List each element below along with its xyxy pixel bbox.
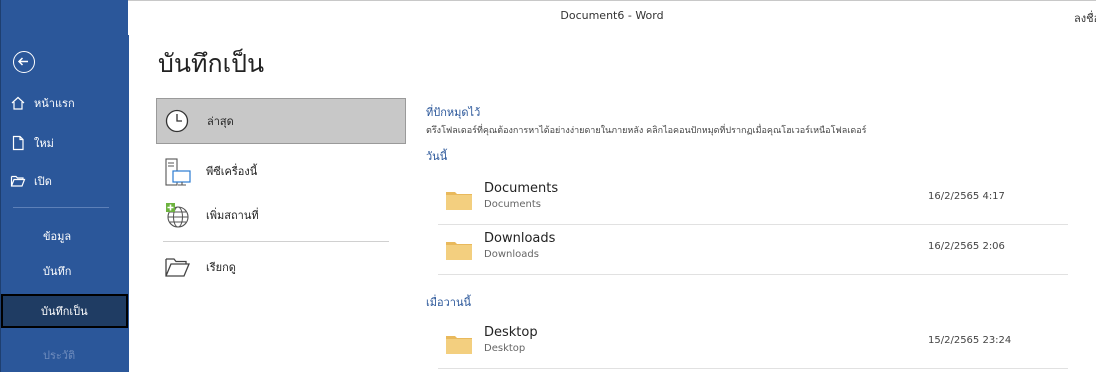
this-pc-icon bbox=[164, 158, 192, 186]
location-label: พีซีเครื่องนี้ bbox=[206, 165, 258, 178]
folder-row-downloads[interactable]: Downloads Downloads 16/2/2565 2:06 bbox=[438, 228, 1068, 275]
open-folder-icon bbox=[10, 173, 26, 189]
word-save-as-backstage: หน้าแรก ใหม่ เปิด ข้อมูล บันทึก บันทึกเป… bbox=[0, 0, 1096, 372]
folder-date: 15/2/2565 23:24 bbox=[928, 335, 1012, 346]
page-title: บันทึกเป็น bbox=[158, 49, 265, 78]
folder-date: 16/2/2565 2:06 bbox=[928, 241, 1005, 252]
window-title: Document6 - Word bbox=[560, 9, 664, 22]
pinned-heading: ที่ปักหมุดไว้ bbox=[426, 106, 481, 119]
back-arrow-circle-icon[interactable] bbox=[13, 51, 35, 73]
folder-path: Documents bbox=[484, 199, 542, 210]
pinned-description: ตรึงโฟลเดอร์ที่คุณต้องการหาได้อย่างง่ายด… bbox=[426, 126, 867, 136]
folder-row-documents[interactable]: Documents Documents 16/2/2565 4:17 bbox=[438, 178, 1068, 225]
sidebar-item-label: บันทึกเป็น bbox=[41, 305, 88, 318]
location-label: เรียกดู bbox=[206, 261, 236, 274]
sidebar-item-label: บันทึก bbox=[43, 265, 72, 278]
sidebar-item-label: เปิด bbox=[34, 175, 52, 188]
location-label: เพิ่มสถานที่ bbox=[206, 209, 259, 222]
yesterday-heading: เมื่อวานนี้ bbox=[426, 296, 472, 309]
folder-name: Desktop bbox=[484, 325, 538, 340]
location-add-place[interactable]: เพิ่มสถานที่ bbox=[156, 192, 406, 238]
sidebar-item-history: ประวัติ bbox=[1, 340, 129, 370]
folder-date: 16/2/2565 4:17 bbox=[928, 191, 1005, 202]
sidebar-divider bbox=[13, 207, 109, 208]
add-place-globe-icon bbox=[164, 202, 192, 228]
clock-icon bbox=[165, 108, 193, 134]
sidebar-item-open[interactable]: เปิด bbox=[1, 164, 129, 198]
browse-folder-icon bbox=[164, 254, 192, 280]
sidebar-item-save-as[interactable]: บันทึกเป็น bbox=[1, 294, 128, 328]
location-browse[interactable]: เรียกดู bbox=[156, 244, 406, 290]
today-heading: วันนี้ bbox=[426, 150, 448, 163]
folder-row-desktop[interactable]: Desktop Desktop 15/2/2565 23:24 bbox=[438, 322, 1068, 369]
sidebar-item-label: หน้าแรก bbox=[34, 97, 75, 110]
folder-icon bbox=[446, 334, 472, 354]
home-icon bbox=[10, 95, 26, 111]
sidebar-item-info[interactable]: ข้อมูล bbox=[1, 221, 129, 251]
folder-path: Desktop bbox=[484, 343, 526, 354]
sidebar-item-new[interactable]: ใหม่ bbox=[1, 126, 129, 160]
sign-in-link[interactable]: ลงชื่อเข้าใช้ bbox=[1074, 9, 1096, 27]
sidebar-item-save[interactable]: บันทึก bbox=[1, 256, 129, 286]
location-recent[interactable]: ล่าสุด bbox=[156, 98, 406, 144]
sidebar-item-label: ใหม่ bbox=[34, 137, 54, 150]
folder-path: Downloads bbox=[484, 249, 539, 260]
sidebar-item-label: ข้อมูล bbox=[43, 230, 72, 243]
location-this-pc[interactable]: พีซีเครื่องนี้ bbox=[156, 148, 406, 194]
folder-name: Documents bbox=[484, 181, 559, 196]
folder-name: Downloads bbox=[484, 231, 556, 246]
location-label: ล่าสุด bbox=[207, 115, 234, 128]
backstage-sidebar: หน้าแรก ใหม่ เปิด ข้อมูล บันทึก บันทึกเป… bbox=[0, 0, 129, 372]
folder-icon bbox=[446, 190, 472, 210]
new-document-icon bbox=[10, 135, 26, 151]
locations-divider bbox=[163, 241, 389, 242]
title-bar: Document6 - Word ลงชื่อเข้าใช้ bbox=[128, 0, 1096, 35]
sidebar-item-home[interactable]: หน้าแรก bbox=[1, 86, 129, 120]
sidebar-item-label: ประวัติ bbox=[43, 349, 76, 362]
folder-icon bbox=[446, 240, 472, 260]
